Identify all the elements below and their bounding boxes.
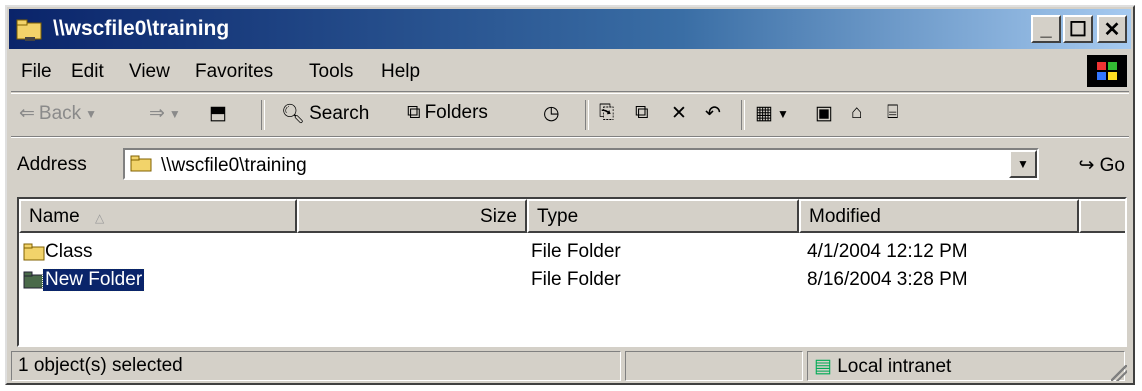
folder-icon xyxy=(23,271,45,289)
folder-icon xyxy=(23,243,45,261)
back-button[interactable]: ⇐ Back ▼ xyxy=(19,102,97,125)
search-icon: 🔍︎ xyxy=(281,104,306,125)
zone-label: Local intranet xyxy=(837,356,952,377)
column-header-size[interactable]: Size xyxy=(297,199,527,233)
item-name: Class xyxy=(45,241,93,262)
menu-tools[interactable]: Tools xyxy=(309,61,353,83)
menu-view[interactable]: View xyxy=(129,61,170,83)
up-folder-icon: ⬒ xyxy=(209,103,227,124)
column-header-filler xyxy=(1079,199,1125,233)
history-button[interactable]: ◷ xyxy=(543,102,560,125)
resize-grip[interactable] xyxy=(1111,365,1127,381)
item-modified: 8/16/2004 3:28 PM xyxy=(807,269,968,290)
column-header-modified[interactable]: Modified xyxy=(799,199,1079,233)
delete-button[interactable]: ✕ xyxy=(671,102,687,125)
status-bar: 1 object(s) selected ▤ Local intranet xyxy=(11,351,1129,383)
map-drive-button[interactable]: ⌂ xyxy=(851,102,862,124)
menu-file[interactable]: File xyxy=(21,61,52,83)
sort-ascending-icon: △ xyxy=(94,211,105,225)
chevron-down-icon: ▼ xyxy=(168,106,181,121)
properties-button[interactable]: ▣ xyxy=(815,102,833,125)
menu-edit[interactable]: Edit xyxy=(71,61,104,83)
toolbar-separator xyxy=(741,100,745,130)
title-bar[interactable]: \\wscfile0\training _ ☐ ✕ xyxy=(9,9,1131,49)
address-input[interactable]: \\wscfile0\training ▼ xyxy=(123,148,1039,180)
item-modified: 4/1/2004 12:12 PM xyxy=(807,241,968,262)
properties-icon: ▣ xyxy=(815,103,833,124)
search-button[interactable]: 🔍︎ Search xyxy=(281,102,369,126)
address-label: Address xyxy=(17,154,87,175)
menu-bar: File Edit View Favorites Tools Help xyxy=(11,53,1129,92)
folders-icon: ⧉ xyxy=(407,102,421,123)
explorer-window: \\wscfile0\training _ ☐ ✕ File Edit View… xyxy=(5,5,1135,385)
network-folder-icon xyxy=(16,19,42,41)
copy-to-icon: ⧉ xyxy=(635,102,649,123)
search-label: Search xyxy=(309,103,370,124)
history-icon: ◷ xyxy=(543,103,560,124)
item-type: File Folder xyxy=(531,241,621,262)
back-label: Back xyxy=(38,102,82,124)
undo-icon: ↶ xyxy=(705,103,721,124)
views-icon: ▦ xyxy=(755,103,773,124)
folders-button[interactable]: ⧉ Folders xyxy=(407,102,488,124)
move-to-button[interactable]: ⎘ xyxy=(599,102,614,124)
minimize-button[interactable]: _ xyxy=(1031,15,1061,43)
folders-label: Folders xyxy=(424,102,488,123)
undo-button[interactable]: ↶ xyxy=(705,102,721,125)
forward-button[interactable]: ⇒ ▼ xyxy=(149,102,181,125)
forward-arrow-icon: ⇒ xyxy=(149,103,165,124)
menu-help[interactable]: Help xyxy=(381,61,420,83)
chevron-down-icon: ▼ xyxy=(85,106,98,121)
go-arrow-icon: ↪ xyxy=(1078,155,1095,176)
column-header-type[interactable]: Type xyxy=(527,199,799,233)
toolbar-separator xyxy=(261,100,265,130)
network-folder-icon xyxy=(130,155,152,172)
list-item[interactable]: Class File Folder 4/1/2004 12:12 PM xyxy=(19,239,1125,267)
toolbar-separator xyxy=(585,100,589,130)
address-value: \\wscfile0\training xyxy=(161,155,307,176)
move-to-icon: ⎘ xyxy=(599,102,615,123)
window-title: \\wscfile0\training xyxy=(53,17,230,40)
item-name: New Folder xyxy=(41,268,146,292)
item-type: File Folder xyxy=(531,269,621,290)
map-drive-icon: ⌂ xyxy=(851,102,863,123)
maximize-button[interactable]: ☐ xyxy=(1063,15,1093,43)
menu-favorites[interactable]: Favorites xyxy=(195,61,273,83)
address-dropdown-button[interactable]: ▼ xyxy=(1009,150,1037,178)
file-list[interactable]: Name △ Size Type Modified Class File Fol… xyxy=(17,197,1127,347)
status-message: 1 object(s) selected xyxy=(11,351,621,381)
windows-logo-icon xyxy=(1087,55,1127,87)
address-bar: Address \\wscfile0\training ▼ ↪ Go xyxy=(11,137,1129,190)
disconnect-drive-icon: ⌸ xyxy=(887,102,899,123)
close-button[interactable]: ✕ xyxy=(1097,15,1127,43)
column-label: Name xyxy=(29,206,80,227)
up-folder-button[interactable]: ⬒ xyxy=(209,102,227,125)
chevron-down-icon: ▼ xyxy=(776,106,789,121)
status-panel-empty xyxy=(625,351,803,381)
go-button[interactable]: ↪ Go xyxy=(1078,154,1125,177)
standard-toolbar: ⇐ Back ▼ ⇒ ▼ ⬒ 🔍︎ Search ⧉ Folders ◷ ⎘ ⧉… xyxy=(11,93,1129,137)
intranet-zone-icon: ▤ xyxy=(814,356,832,377)
back-arrow-icon: ⇐ xyxy=(19,103,35,124)
list-item[interactable]: New Folder File Folder 8/16/2004 3:28 PM xyxy=(19,267,1125,295)
status-zone: ▤ Local intranet xyxy=(807,351,1125,381)
go-label: Go xyxy=(1099,155,1125,176)
disconnect-drive-button[interactable]: ⌸ xyxy=(887,102,898,124)
views-button[interactable]: ▦ ▼ xyxy=(755,102,789,125)
copy-to-button[interactable]: ⧉ xyxy=(635,102,649,124)
delete-icon: ✕ xyxy=(671,103,687,124)
column-header-name[interactable]: Name △ xyxy=(19,199,297,233)
